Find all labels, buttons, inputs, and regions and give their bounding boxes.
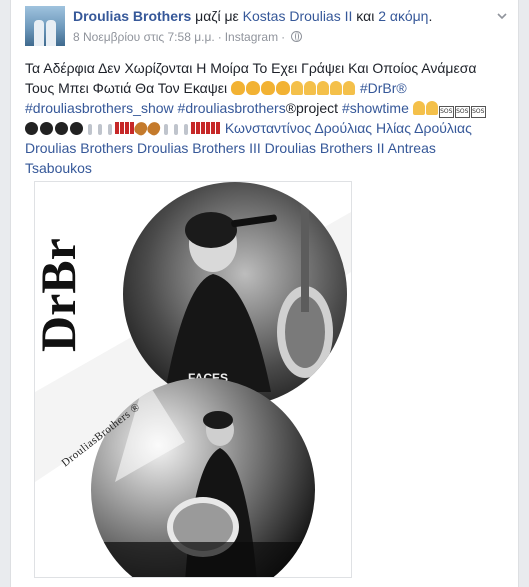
hashtag-drbr[interactable]: #DrBr® — [360, 80, 407, 96]
folded-hands-emoji — [329, 81, 342, 95]
bomb-emoji — [70, 122, 83, 135]
drbr-logo: DrBr — [35, 238, 86, 352]
post-meta: 8 Νοεμβρίου στις 7:58 μ.μ. · Instagram · — [73, 30, 303, 44]
globe-icon[interactable] — [291, 31, 303, 42]
period: . — [428, 8, 433, 24]
post-text: Τα Αδέρφια Δεν Χωρίζονται Η Μοίρα Το Εχε… — [25, 58, 511, 178]
exclamation-emoji — [196, 122, 200, 134]
sos-emoji: SOS — [438, 106, 454, 118]
avatar-figure — [34, 20, 44, 46]
exclamation-emoji — [201, 122, 205, 134]
post-card: Droulias Brothers μαζί με Kostas Droulia… — [10, 0, 519, 587]
post-line-2: Τους Μπει Φωτιά Θα Τον Εκαψει #DrBr® — [25, 78, 511, 98]
hashtag-showtime[interactable]: #showtime — [342, 100, 409, 116]
post-line-6: Tsaboukos — [25, 158, 511, 178]
via-text[interactable]: Instagram — [225, 30, 278, 44]
folded-hands-emoji — [425, 101, 438, 115]
microphone-emoji — [108, 124, 112, 135]
exclamation-emoji — [115, 122, 119, 134]
microphone-emoji — [88, 124, 92, 135]
exclamation-emoji — [216, 122, 220, 134]
post-line-5: Droulias Brothers Droulias Brothers III … — [25, 138, 511, 158]
folded-hands-emoji — [412, 101, 425, 115]
timestamp-link[interactable]: 8 Νοεμβρίου στις 7:58 μ.μ. — [73, 30, 215, 44]
others-link[interactable]: 2 ακόμη — [378, 8, 428, 24]
line-text: Τους Μπει Φωτιά Θα Τον Εκαψει — [25, 80, 228, 96]
project-suffix: ®project — [285, 100, 339, 116]
flexed-biceps-emoji — [230, 81, 245, 95]
mention-droulias-brothers-ii[interactable]: Droulias Brothers II — [265, 140, 385, 156]
hashtag-project[interactable]: #drouliasbrothers — [178, 100, 286, 116]
bomb-emoji — [40, 122, 53, 135]
microphone-emoji — [184, 124, 188, 135]
mention-konstantinos[interactable]: Κωνσταντίνος Δρούλιας — [225, 120, 372, 136]
folded-hands-emoji — [316, 81, 329, 95]
exclamation-emoji — [120, 122, 124, 134]
bomb-emoji — [55, 122, 68, 135]
post-header: Droulias Brothers μαζί με Kostas Droulia… — [73, 8, 432, 24]
mention-tsaboukos[interactable]: Tsaboukos — [25, 160, 92, 176]
mention-droulias-brothers[interactable]: Droulias Brothers — [25, 140, 133, 156]
mention-droulias-brothers-iii[interactable]: Droulias Brothers III — [137, 140, 261, 156]
guitar-emoji — [145, 119, 163, 138]
svg-text:DrBr: DrBr — [35, 238, 86, 352]
post-line-3: #drouliasbrothers_show #drouliasbrothers… — [25, 98, 511, 118]
and-text: και — [356, 8, 375, 24]
sos-emoji: SOS — [454, 106, 470, 118]
mention-antreas[interactable]: Antreas — [388, 140, 436, 156]
post-line-1: Τα Αδέρφια Δεν Χωρίζονται Η Μοίρα Το Εχε… — [25, 60, 477, 76]
exclamation-emoji — [206, 122, 210, 134]
exclamation-emoji — [191, 122, 195, 134]
post-line-4: Κωνσταντίνος Δρούλιας Ηλίας Δρούλιας — [25, 118, 511, 138]
exclamation-emoji — [125, 122, 129, 134]
mention-ilias[interactable]: Ηλίας Δρούλιας — [376, 120, 472, 136]
photo-collage: FACES DrBr DrouliasBrothers ® — [35, 182, 351, 577]
avatar-figure — [46, 20, 56, 46]
separator: · — [281, 30, 286, 44]
flexed-biceps-emoji — [245, 81, 260, 95]
chevron-down-icon[interactable] — [496, 10, 508, 22]
bomb-emoji — [25, 122, 38, 135]
tagged-link[interactable]: Kostas Droulias II — [243, 8, 353, 24]
microphone-emoji — [164, 124, 168, 135]
folded-hands-emoji — [290, 81, 303, 95]
with-text: μαζί με — [195, 8, 239, 24]
page-avatar[interactable] — [25, 6, 65, 46]
flexed-biceps-emoji — [260, 81, 275, 95]
separator: · — [217, 30, 222, 44]
folded-hands-emoji — [342, 81, 355, 95]
microphone-emoji — [174, 124, 178, 135]
exclamation-emoji — [211, 122, 215, 134]
folded-hands-emoji — [303, 81, 316, 95]
sos-emoji: SOS — [470, 106, 486, 118]
microphone-emoji — [98, 124, 102, 135]
author-link[interactable]: Droulias Brothers — [73, 8, 191, 24]
flexed-biceps-emoji — [275, 81, 290, 95]
post-photo[interactable]: FACES DrBr DrouliasBrothers ® — [34, 181, 352, 578]
hashtag-show[interactable]: #drouliasbrothers_show — [25, 100, 174, 116]
